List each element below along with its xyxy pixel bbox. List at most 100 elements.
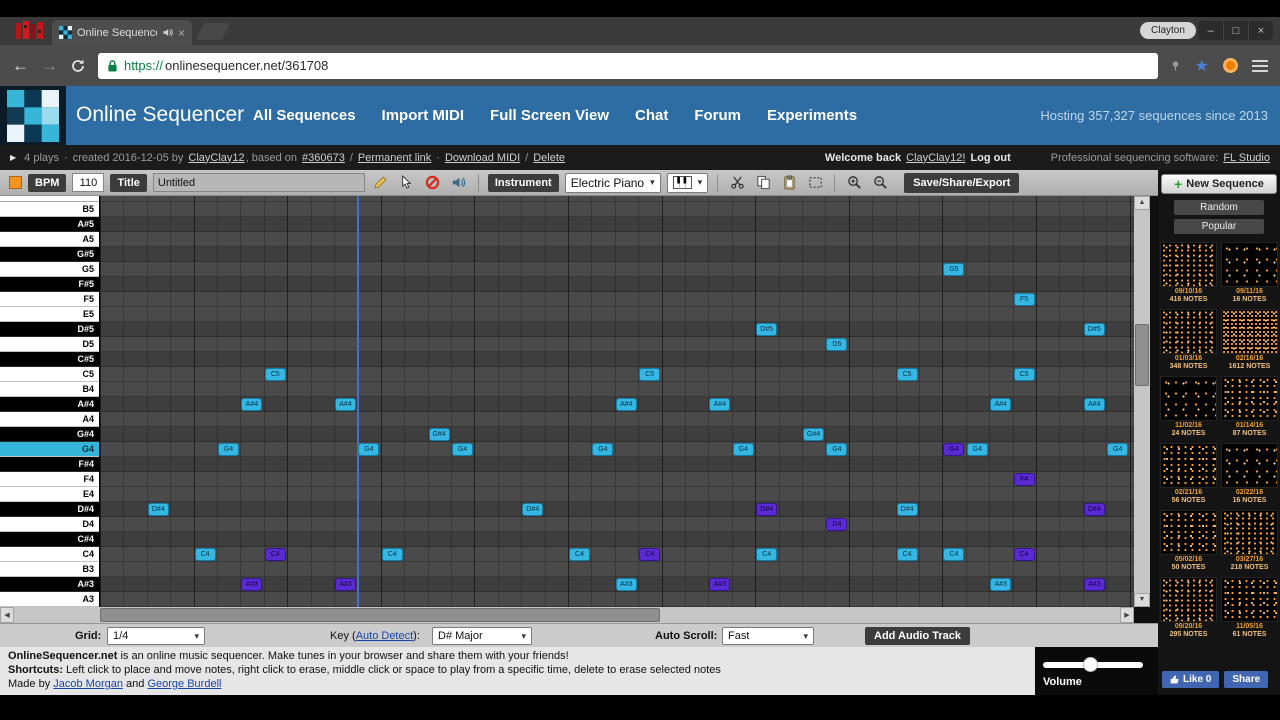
note-D#4[interactable]: D#4 — [756, 503, 778, 516]
note-C4[interactable]: C4 — [1013, 548, 1035, 561]
auto-detect-link[interactable]: Auto Detect — [356, 630, 413, 642]
window-close-button[interactable]: × — [1248, 21, 1273, 40]
volume-slider-thumb[interactable] — [1083, 657, 1098, 672]
tab-audio-icon[interactable] — [162, 27, 173, 38]
zoom-out-button[interactable] — [870, 173, 890, 193]
note-C4[interactable]: C4 — [639, 548, 661, 561]
reload-button[interactable] — [70, 58, 86, 74]
sequence-thumbnail[interactable]: 01/03/16 348 NOTES — [1160, 309, 1217, 371]
note-A#4[interactable]: A#4 — [615, 398, 637, 411]
piano-key-B4[interactable]: B4 — [0, 382, 99, 397]
welcome-user-link[interactable]: ClayClay12! — [906, 152, 965, 164]
note-F5[interactable]: F5 — [1013, 293, 1035, 306]
grid-row-B5[interactable] — [100, 202, 1134, 217]
instrument-select[interactable]: Electric Piano ▾ — [564, 172, 661, 193]
random-button[interactable]: Random — [1174, 200, 1264, 215]
title-input[interactable] — [152, 173, 365, 192]
note-C4[interactable]: C4 — [194, 548, 216, 561]
grid-row-F5[interactable] — [100, 292, 1134, 307]
note-A#4[interactable]: A#4 — [241, 398, 263, 411]
nav-item-full-screen-view[interactable]: Full Screen View — [490, 107, 609, 124]
note-C5[interactable]: C5 — [896, 368, 918, 381]
grid-row-C4[interactable] — [100, 547, 1134, 562]
window-maximize-button[interactable]: □ — [1223, 21, 1248, 40]
instrument-settings-select[interactable]: ▾ — [666, 172, 709, 193]
sequence-thumbnail[interactable]: 03/27/16 218 NOTES — [1221, 510, 1278, 572]
note-D#4[interactable]: D#4 — [147, 503, 169, 516]
add-audio-track-button[interactable]: Add Audio Track — [865, 627, 970, 645]
bookmark-star-icon[interactable]: ★ — [1195, 56, 1209, 76]
grid-row-G#4[interactable] — [100, 427, 1134, 442]
grid-row-D#5[interactable] — [100, 322, 1134, 337]
horizontal-scrollbar[interactable]: ◀ ▶ — [0, 607, 1134, 623]
piano-key-A#3[interactable]: A#3 — [0, 577, 99, 592]
select-cursor-button[interactable] — [397, 173, 417, 193]
piano-key-G5[interactable]: G5 — [0, 262, 99, 277]
sequence-thumbnail[interactable]: 11/02/16 24 NOTES — [1160, 376, 1217, 438]
piano-key-A4[interactable]: A4 — [0, 412, 99, 427]
grid-row-A5[interactable] — [100, 232, 1134, 247]
piano-key-A#5[interactable]: A#5 — [0, 217, 99, 232]
grid-row-A3[interactable] — [100, 592, 1134, 607]
paste-button[interactable] — [779, 173, 799, 193]
piano-key-D4[interactable]: D4 — [0, 517, 99, 532]
piano-key-D#5[interactable]: D#5 — [0, 322, 99, 337]
grid-row-D5[interactable] — [100, 337, 1134, 352]
forward-button[interactable]: → — [41, 56, 58, 76]
note-G#4[interactable]: G#4 — [803, 428, 824, 441]
sequence-thumbnail[interactable]: 02/21/16 56 NOTES — [1160, 443, 1217, 505]
grid-row-G#5[interactable] — [100, 247, 1134, 262]
tab-close-icon[interactable]: × — [178, 27, 185, 39]
extension-icon[interactable] — [1223, 58, 1238, 73]
horizontal-scrollbar-thumb[interactable] — [100, 608, 660, 622]
note-G5[interactable]: G5 — [943, 263, 965, 276]
note-A#3[interactable]: A#3 — [241, 578, 263, 591]
note-C4[interactable]: C4 — [756, 548, 778, 561]
piano-key-E5[interactable]: E5 — [0, 307, 99, 322]
note-G4[interactable]: G4 — [358, 443, 380, 456]
piano-key-A#4[interactable]: A#4 — [0, 397, 99, 412]
sequence-thumbnail[interactable]: 01/14/16 87 NOTES — [1221, 376, 1278, 438]
sequence-thumbnail[interactable]: 02/16/16 1612 NOTES — [1221, 309, 1278, 371]
grid-row-E4[interactable] — [100, 487, 1134, 502]
new-sequence-button[interactable]: + New Sequence — [1161, 174, 1277, 194]
grid-row-F#4[interactable] — [100, 457, 1134, 472]
note-G4[interactable]: G4 — [452, 443, 473, 456]
piano-key-G#4[interactable]: G#4 — [0, 427, 99, 442]
facebook-like-button[interactable]: Like 0 — [1162, 671, 1220, 688]
grid-row-D4[interactable] — [100, 517, 1134, 532]
online-sequencer-logo[interactable] — [7, 90, 59, 142]
note-A#4[interactable]: A#4 — [335, 398, 356, 411]
piano-key-B3[interactable]: B3 — [0, 562, 99, 577]
scroll-up-button[interactable]: ▲ — [1134, 196, 1150, 210]
note-C4[interactable]: C4 — [569, 548, 590, 561]
nav-item-forum[interactable]: Forum — [694, 107, 741, 124]
new-tab-button[interactable] — [196, 23, 230, 40]
author-link[interactable]: ClayClay12 — [188, 152, 244, 164]
scroll-right-button[interactable]: ▶ — [1120, 607, 1134, 623]
grid-row-C5[interactable] — [100, 367, 1134, 382]
piano-key-C5[interactable]: C5 — [0, 367, 99, 382]
grid-row-D#4[interactable] — [100, 502, 1134, 517]
note-C5[interactable]: C5 — [264, 368, 286, 381]
note-C5[interactable]: C5 — [639, 368, 661, 381]
url-omnibox[interactable]: https:// onlinesequencer.net/361708 — [97, 52, 1158, 79]
piano-key-A3[interactable]: A3 — [0, 592, 99, 607]
note-C4[interactable]: C4 — [264, 548, 286, 561]
note-D4[interactable]: D4 — [826, 518, 848, 531]
note-D#4[interactable]: D#4 — [522, 503, 544, 516]
note-C4[interactable]: C4 — [896, 548, 918, 561]
logout-link[interactable]: Log out — [970, 152, 1010, 164]
note-G#4[interactable]: G#4 — [428, 428, 450, 441]
note-G4[interactable]: G4 — [826, 443, 848, 456]
note-A#3[interactable]: A#3 — [709, 578, 731, 591]
grid-row-A#5[interactable] — [100, 217, 1134, 232]
key-select[interactable]: D# Major ▾ — [432, 627, 532, 645]
piano-key-C4[interactable]: C4 — [0, 547, 99, 562]
piano-key-F#5[interactable]: F#5 — [0, 277, 99, 292]
scroll-left-button[interactable]: ◀ — [0, 607, 14, 623]
cut-button[interactable] — [727, 173, 747, 193]
vertical-scrollbar[interactable]: ▲ ▼ — [1134, 196, 1150, 607]
note-A#4[interactable]: A#4 — [709, 398, 731, 411]
note-grid[interactable]: G5 F5 D#5 D#5 D5 C5 C5 C5 C5 A#4 A#4 A#4 A#4 A#4 A#4 G#… — [100, 196, 1134, 607]
